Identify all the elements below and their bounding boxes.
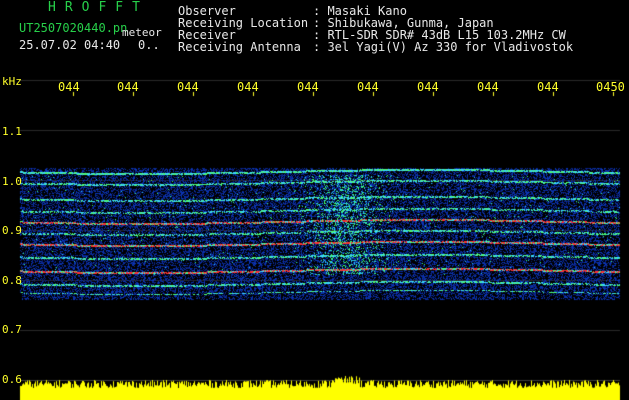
y-tick-label: 0.7: [2, 323, 22, 336]
x-tick-label: 044: [117, 80, 139, 94]
x-tick-label: 044: [58, 80, 80, 94]
value-antenna: : 3el Yagi(V) Az 330 for Vladivostok: [313, 40, 574, 54]
x-tick-label: 044: [237, 80, 259, 94]
x-tick-label: 044: [417, 80, 439, 94]
x-tick-label: 0450: [596, 80, 625, 94]
y-tick-label: 1.1: [2, 125, 22, 138]
app-title: HROFFT: [48, 0, 149, 15]
spectrogram-canvas: [0, 0, 629, 400]
y-tick-label: 0.6: [2, 373, 22, 386]
datetime: 25.07.02 04:40: [19, 38, 121, 52]
label-antenna: Receiving Antenna: [178, 40, 301, 54]
x-tick-label: 044: [357, 80, 379, 94]
y-tick-label: 0.8: [2, 274, 22, 287]
x-tick-label: 044: [537, 80, 559, 94]
y-tick-label: 1.0: [2, 175, 22, 188]
y-axis-unit: kHz: [2, 75, 22, 88]
x-tick-label: 044: [477, 80, 499, 94]
y-tick-label: 0.9: [2, 224, 22, 237]
x-tick-label: 044: [297, 80, 319, 94]
filename: UT2507020440.pn: [19, 21, 128, 35]
x-tick-label: 044: [177, 80, 199, 94]
count: 0..: [138, 38, 160, 52]
